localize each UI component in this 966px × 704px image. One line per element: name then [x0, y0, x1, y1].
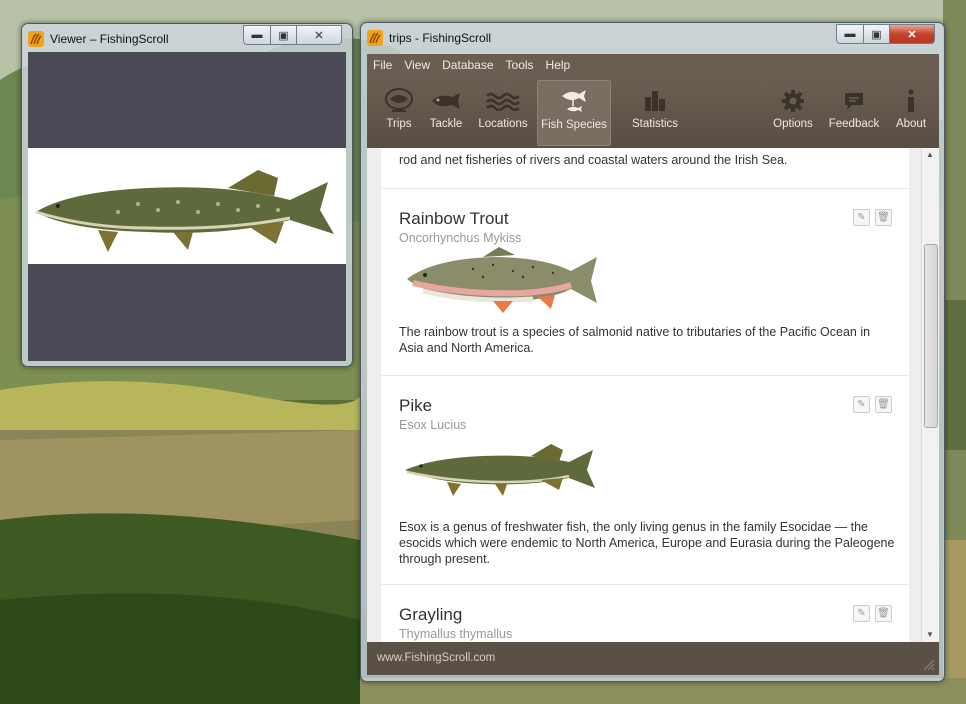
fish-scientific-name: Esox Lucius: [399, 418, 467, 432]
fish-species-list: rod and net fisheries of rivers and coas…: [381, 148, 909, 642]
toolbar-tackle-button[interactable]: Tackle: [425, 80, 467, 144]
fish-description: Esox is a genus of freshwater fish, the …: [399, 520, 895, 566]
toolbar-feedback-label: Feedback: [828, 118, 880, 130]
content-area: rod and net fisheries of rivers and coas…: [367, 148, 939, 642]
toolbar-tackle-label: Tackle: [429, 118, 463, 130]
info-icon: [908, 89, 914, 112]
viewer-window: Viewer – FishingScroll ▬ ▣ ✕: [21, 23, 353, 367]
close-icon: ✕: [314, 29, 324, 42]
list-item: Grayling Thymallus thymallus ✎ 🗑: [381, 585, 909, 642]
viewer-minimize-button[interactable]: ▬: [243, 25, 271, 45]
menu-help[interactable]: Help: [540, 58, 577, 72]
main-title: trips - FishingScroll: [389, 31, 492, 45]
tackle-icon: [432, 93, 460, 109]
main-window: trips - FishingScroll ▬ ▣ ✕ File View Da…: [360, 22, 945, 682]
toolbar-locations-button[interactable]: Locations: [475, 80, 531, 144]
toolbar-fish-species-label: Fish Species: [541, 119, 607, 131]
edit-button[interactable]: ✎: [853, 396, 870, 413]
main-titlebar[interactable]: trips - FishingScroll: [367, 28, 491, 48]
scrollbar-thumb[interactable]: [924, 244, 938, 428]
main-close-button[interactable]: ✕: [889, 24, 935, 44]
trash-icon: 🗑: [877, 608, 890, 619]
maximize-icon: ▣: [278, 29, 289, 42]
fishingscroll-logo-icon: [367, 30, 383, 46]
menu-database[interactable]: Database: [436, 58, 499, 72]
fish-title: Pike: [399, 396, 433, 415]
viewer-title: Viewer – FishingScroll: [50, 32, 169, 46]
list-item: rod and net fisheries of rivers and coas…: [381, 148, 909, 189]
menu-view[interactable]: View: [398, 58, 436, 72]
trips-icon: [385, 88, 413, 112]
toolbar-options-label: Options: [773, 118, 813, 130]
main-minimize-button[interactable]: ▬: [836, 24, 864, 44]
toolbar-statistics-label: Statistics: [631, 118, 678, 130]
pencil-icon: ✎: [857, 212, 866, 223]
pencil-icon: ✎: [857, 608, 866, 619]
minimize-icon: ▬: [844, 28, 856, 40]
edit-button[interactable]: ✎: [853, 605, 870, 622]
close-icon: ✕: [907, 28, 917, 41]
pencil-icon: ✎: [857, 399, 866, 410]
toolbar-fish-species-button[interactable]: Fish Species: [537, 80, 611, 146]
delete-button[interactable]: 🗑: [875, 605, 892, 622]
fish-description: rod and net fisheries of rivers and coas…: [399, 153, 788, 167]
toolbar-locations-label: Locations: [478, 118, 528, 130]
viewer-titlebar[interactable]: Viewer – FishingScroll: [28, 29, 169, 49]
list-item: Rainbow Trout Oncorhynchus Mykiss ✎ 🗑 Th…: [381, 189, 909, 376]
delete-button[interactable]: 🗑: [875, 396, 892, 413]
website-link[interactable]: www.FishingScroll.com: [377, 652, 495, 664]
fish-title: Rainbow Trout: [399, 209, 509, 228]
toolbar-about-label: About: [895, 118, 927, 130]
viewer-maximize-button[interactable]: ▣: [270, 25, 297, 45]
viewer-image: [28, 148, 346, 264]
resize-grip-icon[interactable]: [921, 657, 935, 671]
gear-icon: [782, 90, 804, 112]
rainbow-trout-image: [407, 247, 597, 313]
fish-scientific-name: Thymallus thymallus: [399, 627, 513, 641]
toolbar-about-button[interactable]: About: [891, 80, 931, 144]
maximize-icon: ▣: [871, 28, 882, 41]
minimize-icon: ▬: [251, 29, 263, 41]
menu-file[interactable]: File: [367, 58, 398, 72]
toolbar: Trips Tackle Locations Fish Species Stat…: [367, 76, 939, 148]
main-maximize-button[interactable]: ▣: [863, 24, 890, 44]
pike-large-image: [35, 170, 334, 252]
speech-bubble-icon: [845, 93, 863, 110]
bar-chart-icon: [645, 91, 665, 111]
toolbar-feedback-button[interactable]: Feedback: [825, 80, 883, 144]
fishingscroll-logo-icon: [28, 31, 44, 47]
trash-icon: 🗑: [877, 399, 890, 410]
fish-title: Grayling: [399, 605, 463, 624]
menu-bar: File View Database Tools Help: [367, 54, 939, 76]
list-item: Pike Esox Lucius ✎ 🗑 Esox is a genus of …: [381, 376, 909, 585]
fish-description: The rainbow trout is a species of salmon…: [399, 325, 871, 355]
fish-scientific-name: Oncorhynchus Mykiss: [399, 231, 522, 245]
scroll-up-arrow-icon[interactable]: ▲: [926, 150, 934, 159]
viewer-close-button[interactable]: ✕: [296, 25, 342, 45]
toolbar-statistics-button[interactable]: Statistics: [625, 80, 685, 144]
scroll-down-arrow-icon[interactable]: ▼: [926, 630, 934, 639]
edit-button[interactable]: ✎: [853, 209, 870, 226]
fish-species-icon: [562, 90, 586, 112]
trash-icon: 🗑: [877, 212, 890, 223]
toolbar-options-button[interactable]: Options: [769, 80, 817, 144]
delete-button[interactable]: 🗑: [875, 209, 892, 226]
status-bar: www.FishingScroll.com: [367, 642, 939, 675]
pike-image: [405, 444, 595, 496]
waves-icon: [486, 92, 520, 111]
toolbar-trips-label: Trips: [386, 118, 412, 130]
viewer-content: [28, 52, 346, 361]
vertical-scrollbar[interactable]: ▲ ▼: [921, 148, 939, 642]
toolbar-trips-button[interactable]: Trips: [379, 80, 419, 144]
menu-tools[interactable]: Tools: [500, 58, 540, 72]
